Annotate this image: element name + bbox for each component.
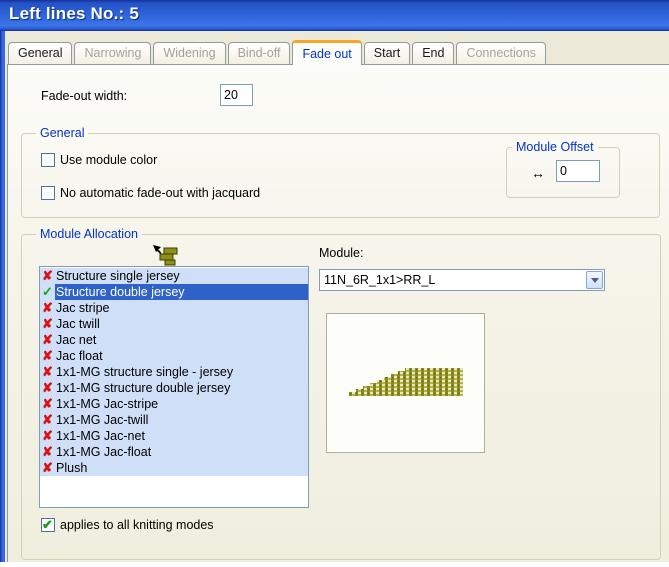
knitting-mode-row[interactable]: ✘ 1x1-MG Jac-float	[40, 444, 308, 460]
fade-out-width-label: Fade-out width:	[41, 89, 127, 103]
module-offset-title: Module Offset	[512, 140, 598, 154]
no-auto-fadeout-label: No automatic fade-out with jacquard	[60, 186, 260, 200]
assigned-check-icon: ✓	[40, 284, 55, 300]
use-module-color-label: Use module color	[60, 153, 157, 167]
not-assigned-cross-icon: ✘	[40, 364, 55, 380]
tab-widening: Widening	[153, 42, 225, 64]
not-assigned-cross-icon: ✘	[40, 460, 55, 476]
knitting-mode-row[interactable]: ✘ Structure single jersey	[40, 268, 308, 284]
knitting-mode-row[interactable]: ✘ 1x1-MG Jac-twill	[40, 412, 308, 428]
dialog-left-lines: Left lines No.: 5 GeneralNarrowingWideni…	[0, 0, 669, 567]
not-assigned-cross-icon: ✘	[40, 380, 55, 396]
tab-general[interactable]: General	[8, 42, 72, 64]
not-assigned-cross-icon: ✘	[40, 428, 55, 444]
module-offset-input[interactable]	[556, 160, 600, 182]
knitting-mode-row[interactable]: ✘ Jac stripe	[40, 300, 308, 316]
tab-start[interactable]: Start	[364, 42, 410, 64]
knitting-mode-row[interactable]: ✘ Jac float	[40, 348, 308, 364]
not-assigned-cross-icon: ✘	[40, 444, 55, 460]
knitting-mode-row[interactable]: ✘ Jac twill	[40, 316, 308, 332]
fade-out-width-input[interactable]	[220, 84, 253, 106]
combobox-dropdown-button[interactable]	[586, 271, 603, 289]
not-assigned-cross-icon: ✘	[40, 268, 55, 284]
general-group-title: General	[36, 126, 88, 140]
not-assigned-cross-icon: ✘	[40, 396, 55, 412]
tab-strip: GeneralNarrowingWideningBind-offFade out…	[8, 39, 548, 64]
module-preview-panel	[326, 313, 485, 453]
applies-to-all-label: applies to all knitting modes	[60, 518, 214, 532]
tab-page-fade-out: Fade-out width: General Use module color…	[7, 64, 669, 562]
titlebar: Left lines No.: 5	[0, 0, 669, 31]
knitting-mode-row[interactable]: ✓ Structure double jersey	[40, 284, 308, 300]
knitting-mode-list[interactable]: ✘ Structure single jersey ✓ Structure do…	[39, 266, 309, 508]
knitting-mode-row[interactable]: ✘ Plush	[40, 460, 308, 476]
module-allocation-groupbox: Module Allocation ✘ Structure single jer…	[21, 234, 661, 560]
tab-connections: Connections	[456, 42, 546, 64]
knitting-mode-row[interactable]: ✘ 1x1-MG Jac-net	[40, 428, 308, 444]
tab-bind-off: Bind-off	[228, 42, 291, 64]
tab-narrowing: Narrowing	[74, 42, 151, 64]
knitting-mode-row[interactable]: ✘ 1x1-MG structure double jersey	[40, 380, 308, 396]
window-title: Left lines No.: 5	[9, 4, 139, 24]
not-assigned-cross-icon: ✘	[40, 332, 55, 348]
window-left-border	[0, 31, 5, 562]
no-auto-fadeout-checkbox[interactable]	[41, 186, 55, 200]
applies-to-all-checkbox[interactable]	[41, 518, 55, 532]
tab-end[interactable]: End	[412, 42, 454, 64]
not-assigned-cross-icon: ✘	[40, 300, 55, 316]
tab-fade-out[interactable]: Fade out	[292, 40, 361, 65]
module-label: Module:	[319, 246, 363, 260]
module-allocation-title: Module Allocation	[36, 227, 142, 241]
module-combobox-value: 11N_6R_1x1>RR_L	[320, 273, 585, 287]
not-assigned-cross-icon: ✘	[40, 412, 55, 428]
use-module-color-checkbox[interactable]	[41, 153, 55, 167]
not-assigned-cross-icon: ✘	[40, 348, 55, 364]
horizontal-arrow-icon: ↔	[531, 165, 545, 181]
knitting-mode-row[interactable]: ✘ 1x1-MG Jac-stripe	[40, 396, 308, 412]
module-offset-groupbox: Module Offset ↔	[506, 147, 620, 198]
chevron-down-icon	[591, 278, 599, 283]
knitting-mode-row[interactable]: ✘ 1x1-MG structure single - jersey	[40, 364, 308, 380]
knitting-mode-row[interactable]: ✘ Jac net	[40, 332, 308, 348]
not-assigned-cross-icon: ✘	[40, 316, 55, 332]
module-combobox[interactable]: 11N_6R_1x1>RR_L	[319, 269, 605, 291]
general-groupbox: General Use module color No automatic fa…	[21, 133, 660, 218]
module-preview-image	[349, 368, 463, 396]
